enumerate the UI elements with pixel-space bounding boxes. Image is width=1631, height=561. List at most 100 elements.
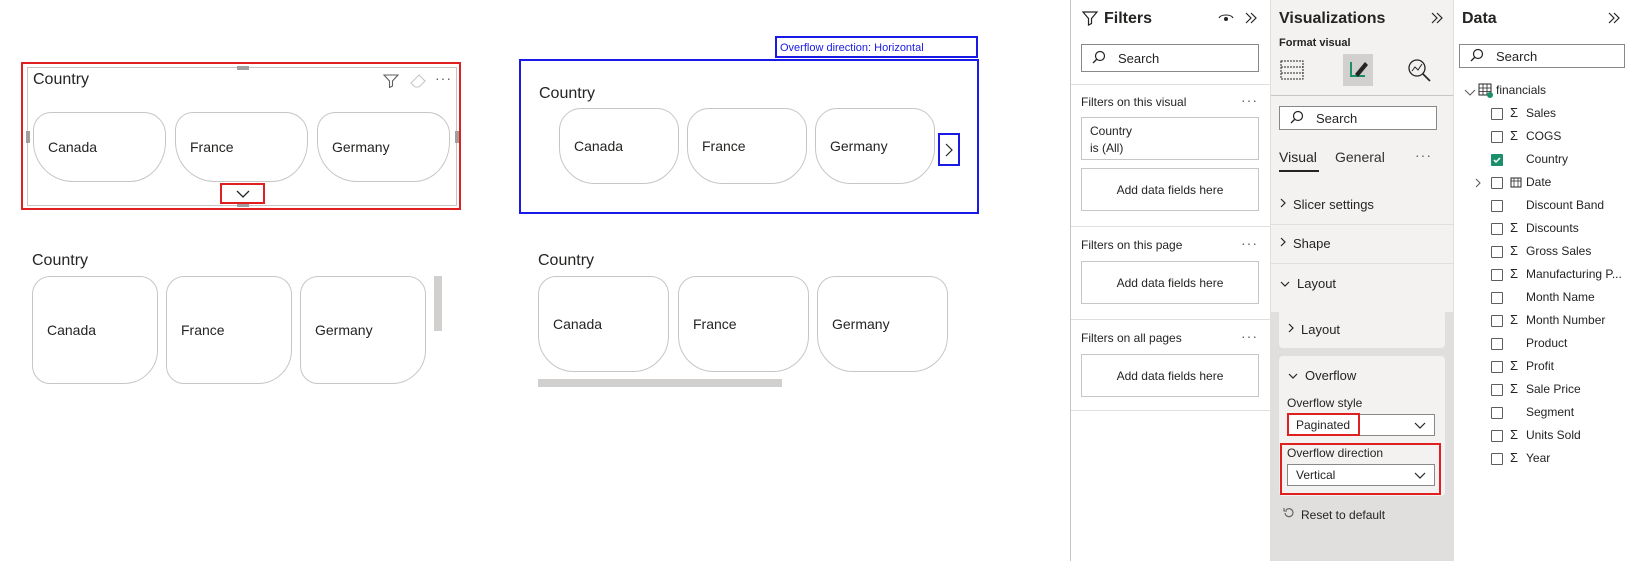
field-checkbox[interactable] [1491,361,1503,373]
slicer-item-canada[interactable]: Canada [32,276,158,384]
slicer-item-germany[interactable]: Germany [817,276,948,372]
divider [1271,95,1454,96]
filters-search-input[interactable]: Search [1081,44,1259,72]
more-options-icon[interactable]: ··· [435,70,452,86]
resize-handle-top[interactable] [237,66,249,70]
slicer-item-canada[interactable]: Canada [33,112,166,182]
field-checkbox[interactable] [1491,269,1503,281]
slicer-item-france[interactable]: France [678,276,809,372]
data-title: Data [1462,10,1497,27]
slicer-item-canada[interactable]: Canada [559,108,679,184]
slicer-settings-section[interactable]: Slicer settings [1279,197,1374,212]
tab-visual[interactable]: Visual [1279,149,1317,165]
collapse-data-icon[interactable] [1606,10,1622,31]
field-checkbox[interactable] [1491,384,1503,396]
next-page-button[interactable] [938,133,960,166]
field-item[interactable]: Σ Profit [1454,356,1631,378]
slicer-item-france[interactable]: France [175,112,308,182]
search-placeholder: Search [1496,48,1538,64]
field-checkbox[interactable] [1491,338,1503,350]
field-checkbox[interactable] [1491,177,1503,189]
field-checkbox[interactable] [1491,154,1503,166]
field-checkbox[interactable] [1491,292,1503,304]
slicer-title: Country [538,252,595,269]
overflow-subsection[interactable]: Overflow [1287,368,1356,383]
format-visual-icon[interactable] [1343,54,1373,86]
item-label: Canada [574,138,624,154]
field-name: COGS [1526,129,1562,143]
reset-to-default[interactable]: Reset to default [1283,507,1385,522]
viz-search-input[interactable]: Search [1279,106,1437,130]
add-fields-visual[interactable]: Add data fields here [1081,168,1259,211]
slicer-item-germany[interactable]: Germany [317,112,450,182]
field-item[interactable]: Σ Sale Price [1454,379,1631,401]
resize-handle-right[interactable] [455,131,459,143]
field-item[interactable]: Product [1454,333,1631,355]
eye-icon[interactable] [1218,11,1234,29]
field-item[interactable]: Month Name [1454,287,1631,309]
field-item[interactable]: Country [1454,149,1631,171]
field-item[interactable]: Σ COGS [1454,126,1631,148]
divider [1071,226,1271,227]
more-options-icon[interactable]: ··· [1415,147,1432,163]
field-item[interactable]: Discount Band [1454,195,1631,217]
layout-section[interactable]: Layout [1279,276,1336,291]
chevron-right-icon [1279,236,1287,251]
collapse-visualizations-icon[interactable] [1429,10,1445,31]
more-options-icon[interactable]: ··· [1241,328,1258,344]
slicer-item-germany[interactable]: Germany [815,108,935,184]
more-options-icon[interactable]: ··· [1241,235,1258,251]
collapse-filters-icon[interactable] [1243,10,1259,31]
slicer-item-france[interactable]: France [687,108,807,184]
search-icon [1470,48,1484,65]
field-checkbox[interactable] [1491,131,1503,143]
field-checkbox[interactable] [1491,315,1503,327]
tab-general[interactable]: General [1335,149,1385,165]
chevron-right-icon [1287,322,1295,337]
layout-subsection[interactable]: Layout [1287,322,1340,337]
country-filter-card[interactable]: Country is (All) [1081,117,1259,160]
add-fields-page[interactable]: Add data fields here [1081,261,1259,304]
field-item[interactable]: Σ Gross Sales [1454,241,1631,263]
field-name: Units Sold [1526,428,1581,442]
slicer-title: Country [33,71,90,88]
field-item[interactable]: Segment [1454,402,1631,424]
field-item[interactable]: Σ Discounts [1454,218,1631,240]
chevron-right-icon[interactable] [1474,177,1482,192]
chevron-down-icon[interactable] [235,187,251,205]
field-checkbox[interactable] [1491,407,1503,419]
field-item[interactable]: Σ Manufacturing P... [1454,264,1631,286]
layout-subcard[interactable]: Layout [1279,310,1445,348]
eraser-icon[interactable] [410,74,426,93]
horizontal-scrollbar[interactable] [538,379,782,387]
resize-handle-left[interactable] [26,131,30,143]
item-label: Canada [47,322,97,338]
field-checkbox[interactable] [1491,246,1503,258]
field-item[interactable]: Σ Month Number [1454,310,1631,332]
field-checkbox[interactable] [1491,108,1503,120]
field-checkbox[interactable] [1491,430,1503,442]
more-options-icon[interactable]: ··· [1241,92,1258,108]
vertical-scrollbar[interactable] [434,276,442,331]
build-visual-icon[interactable] [1279,57,1305,88]
divider [1071,319,1271,320]
data-search-input[interactable]: Search [1459,44,1625,68]
divider [1271,224,1454,225]
field-checkbox[interactable] [1491,453,1503,465]
slicer-item-canada[interactable]: Canada [538,276,669,372]
field-item[interactable]: Σ Year [1454,448,1631,470]
slicer-item-france[interactable]: France [166,276,292,384]
field-checkbox[interactable] [1491,200,1503,212]
filter-icon[interactable] [382,74,400,93]
field-checkbox[interactable] [1491,223,1503,235]
table-financials[interactable]: financials [1454,80,1631,102]
add-fields-all-pages[interactable]: Add data fields here [1081,354,1259,397]
slicer-item-germany[interactable]: Germany [300,276,426,384]
shape-section[interactable]: Shape [1279,236,1331,251]
field-item[interactable]: Σ Sales [1454,103,1631,125]
field-item[interactable]: Date [1454,172,1631,194]
field-item[interactable]: Σ Units Sold [1454,425,1631,447]
sigma-icon: Σ [1510,128,1519,143]
analytics-icon[interactable] [1406,57,1432,88]
slicer-visual-2[interactable]: Country Canada France Germany [519,59,979,214]
